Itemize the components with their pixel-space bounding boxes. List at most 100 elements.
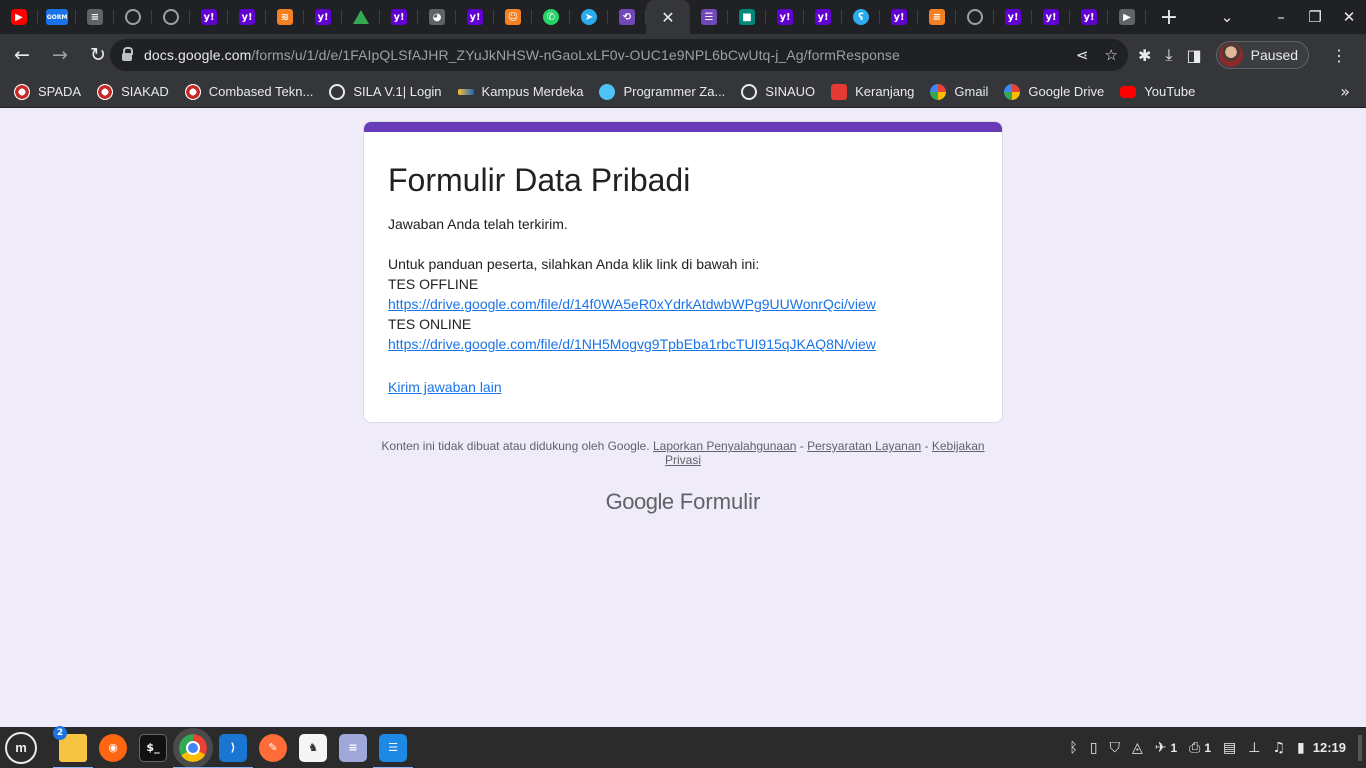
bookmark-item[interactable]: YouTube bbox=[1120, 84, 1195, 100]
browser-tab[interactable]: ≡ bbox=[76, 0, 114, 34]
shield-icon[interactable]: ⛉ bbox=[1109, 740, 1120, 756]
url-text[interactable]: docs.google.com/forms/u/1/d/e/1FAIpQLSfA… bbox=[144, 47, 900, 63]
browser-tab[interactable] bbox=[114, 0, 152, 34]
bluetooth-icon[interactable]: ᛒ bbox=[1069, 740, 1077, 756]
browser-tab[interactable]: ⟲ bbox=[608, 0, 646, 34]
profile-button[interactable]: Paused bbox=[1215, 41, 1310, 69]
browser-tab[interactable]: ✆ bbox=[532, 0, 570, 34]
docs-app[interactable]: ☰ bbox=[373, 733, 413, 768]
yahoo-icon: y! bbox=[1043, 9, 1059, 25]
vscode-app[interactable]: ⟩ bbox=[213, 733, 253, 768]
browser-tab[interactable]: ʕ bbox=[842, 0, 880, 34]
bookmark-item[interactable]: Kampus Merdeka bbox=[457, 84, 583, 100]
close-window-button[interactable]: ✕ bbox=[1332, 8, 1366, 26]
browser-tab[interactable]: y! bbox=[1032, 0, 1070, 34]
cart-icon bbox=[831, 83, 848, 100]
browser-tab[interactable]: ≋ bbox=[266, 0, 304, 34]
back-button[interactable]: ← bbox=[6, 39, 38, 71]
terms-link[interactable]: Persyaratan Layanan bbox=[807, 439, 921, 453]
network-icon[interactable]: ◬ bbox=[1132, 740, 1143, 756]
tab-search-icon[interactable]: ⌄ bbox=[1210, 8, 1244, 26]
browser-tab[interactable]: ◕ bbox=[418, 0, 456, 34]
online-guide-link[interactable]: https://drive.google.com/file/d/1NH5Mogv… bbox=[388, 336, 876, 352]
browser-tab[interactable] bbox=[342, 0, 380, 34]
bookmark-item[interactable]: SINAUO bbox=[741, 83, 815, 100]
window-controls: ⌄ – ❐ ✕ bbox=[1210, 8, 1366, 26]
browser-tab[interactable]: ☰ bbox=[690, 0, 728, 34]
bookmark-item[interactable]: SPADA bbox=[14, 83, 81, 100]
chevron-right-icon[interactable]: » bbox=[1340, 82, 1350, 101]
browser-tab[interactable]: y! bbox=[304, 0, 342, 34]
clipboard-icon[interactable]: ▯ bbox=[1090, 740, 1098, 756]
browser-tab[interactable]: ■ bbox=[728, 0, 766, 34]
download-icon[interactable]: ⤓ bbox=[1165, 45, 1172, 65]
sound-icon[interactable]: ♫ bbox=[1272, 740, 1285, 756]
side-panel-icon[interactable]: ◨ bbox=[1186, 46, 1201, 65]
battery-icon[interactable]: ▮ bbox=[1297, 740, 1305, 756]
telegram-icon: ➤ bbox=[581, 9, 597, 25]
kebab-menu-icon[interactable]: ⋮ bbox=[1331, 46, 1347, 65]
terminal-app[interactable]: $_ bbox=[139, 733, 167, 762]
browser-tab[interactable]: y! bbox=[456, 0, 494, 34]
browser-tab[interactable]: y! bbox=[228, 0, 266, 34]
browser-tab[interactable]: y! bbox=[766, 0, 804, 34]
document-icon[interactable]: ▤ bbox=[1223, 740, 1236, 756]
firefox-app[interactable]: ◉ bbox=[99, 733, 127, 762]
postman-app[interactable]: ✎ bbox=[259, 733, 287, 762]
offline-guide-link[interactable]: https://drive.google.com/file/d/14f0WA5e… bbox=[388, 296, 876, 312]
bookmark-item[interactable]: SILA V.1| Login bbox=[329, 83, 442, 100]
start-menu-button[interactable]: m bbox=[5, 731, 37, 764]
printer-icon[interactable]: ⎙ 1 bbox=[1189, 740, 1211, 756]
google-forms-icon: ☰ bbox=[701, 9, 717, 25]
taskbar: m 2 ◉ $_ ⟩ ✎ ♞ ≡ ☰ ᛒ ▯ ⛉ ◬ ✈ 1 ⎙ 1 ▤ ⊥ ♫ ▮ 12:19 bbox=[0, 725, 1366, 768]
browser-tab[interactable]: ➤ bbox=[570, 0, 608, 34]
network-tree-icon[interactable]: ⊥ bbox=[1248, 740, 1260, 756]
new-tab-button[interactable]: + bbox=[1150, 5, 1188, 30]
bookmark-item[interactable]: Gmail bbox=[930, 83, 988, 100]
google-forms-logo[interactable]: Google Formulir bbox=[0, 489, 1366, 515]
confirmation-details: Untuk panduan peserta, silahkan Anda kli… bbox=[388, 254, 978, 354]
bookmark-item[interactable]: Programmer Za... bbox=[599, 83, 725, 100]
clock[interactable]: 12:19 bbox=[1313, 740, 1346, 755]
browser-tab[interactable]: GORM bbox=[38, 0, 76, 34]
browser-tab[interactable]: y! bbox=[804, 0, 842, 34]
bookmark-item[interactable]: SIAKAD bbox=[97, 83, 169, 100]
maximize-button[interactable]: ❐ bbox=[1298, 8, 1332, 26]
minimize-button[interactable]: – bbox=[1264, 8, 1298, 26]
browser-tab[interactable]: ☺ bbox=[494, 0, 532, 34]
close-icon[interactable]: ✕ bbox=[661, 8, 674, 27]
university-seal-icon bbox=[14, 83, 30, 100]
browser-tab[interactable]: ▶ bbox=[1108, 0, 1146, 34]
bookmark-star-icon[interactable]: ☆ bbox=[1105, 46, 1118, 64]
browser-tab[interactable] bbox=[956, 0, 994, 34]
app-glyph: ✎ bbox=[268, 741, 278, 754]
browser-tab[interactable]: y! bbox=[994, 0, 1032, 34]
submit-another-response-link[interactable]: Kirim jawaban lain bbox=[388, 379, 502, 395]
bookmark-label: SILA V.1| Login bbox=[353, 84, 442, 99]
lock-icon[interactable] bbox=[122, 47, 133, 61]
browser-tab[interactable] bbox=[152, 0, 190, 34]
browser-tab[interactable]: ▶ bbox=[0, 0, 38, 34]
files-app[interactable]: 2 bbox=[53, 725, 93, 768]
bookmark-item[interactable]: Combased Tekn... bbox=[184, 83, 313, 100]
tray-glyph: ▯ bbox=[1089, 739, 1098, 756]
text-editor-app[interactable]: ≡ bbox=[339, 733, 367, 762]
browser-tab[interactable]: ≡ bbox=[918, 0, 956, 34]
address-bar[interactable]: docs.google.com/forms/u/1/d/e/1FAIpQLSfA… bbox=[110, 39, 1128, 71]
forward-button[interactable]: → bbox=[44, 39, 76, 71]
dbeaver-app[interactable]: ♞ bbox=[299, 733, 327, 762]
browser-tab[interactable]: y! bbox=[380, 0, 418, 34]
footer-disclaimer: Konten ini tidak dibuat atau didukung ol… bbox=[380, 439, 986, 467]
browser-tab[interactable]: y! bbox=[190, 0, 228, 34]
browser-tab[interactable]: y! bbox=[880, 0, 918, 34]
bookmark-item[interactable]: Keranjang bbox=[831, 83, 914, 100]
report-abuse-link[interactable]: Laporkan Penyalahgunaan bbox=[653, 439, 796, 453]
extensions-icon[interactable]: ✱ bbox=[1138, 46, 1151, 65]
bookmark-item[interactable]: Google Drive bbox=[1004, 83, 1104, 100]
chrome-app[interactable] bbox=[173, 727, 213, 768]
browser-tab[interactable]: y! bbox=[1070, 0, 1108, 34]
show-desktop-button[interactable] bbox=[1358, 734, 1362, 761]
active-tab[interactable]: ✕ bbox=[646, 0, 690, 34]
notification-icon[interactable]: ✈ 1 bbox=[1155, 740, 1177, 756]
share-icon[interactable]: ⋖ bbox=[1076, 46, 1089, 64]
